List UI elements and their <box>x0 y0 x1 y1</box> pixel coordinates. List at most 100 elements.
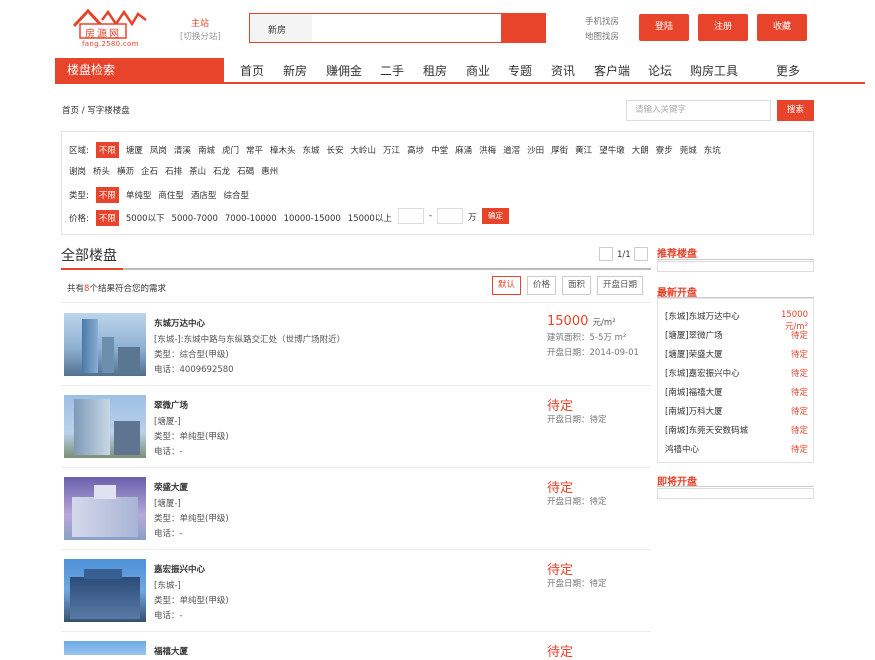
region-option[interactable]: 道滘 <box>503 144 520 156</box>
nav-item-more[interactable]: 更多 <box>776 62 800 79</box>
region-option[interactable]: 大岭山 <box>351 144 377 156</box>
prev-page-button[interactable] <box>599 247 613 261</box>
region-option[interactable]: 黄江 <box>575 144 592 156</box>
price-option[interactable]: 不限 <box>95 210 119 226</box>
property-thumbnail[interactable] <box>64 641 146 655</box>
nav-item-forum[interactable]: 论坛 <box>648 62 672 79</box>
nav-item-commission[interactable]: 赚佣金 <box>326 62 362 79</box>
region-option[interactable]: 沙田 <box>527 144 544 156</box>
latest-item-name[interactable]: [东城]嘉宏振兴中心 <box>665 367 740 379</box>
price-option[interactable]: 5000以下 <box>126 212 165 224</box>
type-option[interactable]: 商住型 <box>158 189 184 201</box>
region-option[interactable]: 麻涌 <box>455 144 472 156</box>
region-option[interactable]: 石龙 <box>213 165 230 177</box>
switch-site-link[interactable]: [切换分站] <box>180 30 221 42</box>
breadcrumb-home[interactable]: 首页 <box>62 106 79 116</box>
price-option[interactable]: 10000-15000 <box>284 214 341 224</box>
price-max-input[interactable] <box>437 208 463 224</box>
region-option[interactable]: 寮步 <box>656 144 673 156</box>
property-thumbnail[interactable] <box>64 313 146 376</box>
region-option[interactable]: 厚街 <box>551 144 568 156</box>
sort-area[interactable]: 面积 <box>562 276 591 295</box>
region-option[interactable]: 茶山 <box>189 165 206 177</box>
sort-open-date[interactable]: 开盘日期 <box>597 276 643 295</box>
latest-item-name[interactable]: 鸿禧中心 <box>665 443 699 455</box>
region-option[interactable]: 高埗 <box>407 144 424 156</box>
region-option[interactable]: 常平 <box>246 144 263 156</box>
region-option[interactable]: 凤岗 <box>150 144 167 156</box>
price-option[interactable]: 15000以上 <box>348 212 392 224</box>
row-separator <box>61 631 651 632</box>
region-option[interactable]: 谢岗 <box>69 165 86 177</box>
region-option[interactable]: 清溪 <box>174 144 191 156</box>
nav-item-new[interactable]: 新房 <box>283 62 307 79</box>
property-thumbnail[interactable] <box>64 559 146 622</box>
mobile-find-link[interactable]: 手机找房 <box>585 15 619 27</box>
latest-item-name[interactable]: [南城]东莞天安数码城 <box>665 424 748 436</box>
region-option[interactable]: 莞城 <box>680 144 697 156</box>
register-button[interactable]: 注册 <box>698 14 748 41</box>
property-name[interactable]: 翠微广场 <box>154 399 188 411</box>
recommend-title: 推荐楼盘 <box>657 249 697 260</box>
region-option[interactable]: 不限 <box>95 142 119 158</box>
nav-item-tools[interactable]: 购房工具 <box>690 62 738 79</box>
search-button[interactable] <box>501 13 546 43</box>
nav-item-topics[interactable]: 专题 <box>508 62 532 79</box>
latest-item-name[interactable]: [东城]东城万达中心 <box>665 310 740 322</box>
nav-title[interactable]: 楼盘检索 <box>55 58 224 83</box>
nav-item-app[interactable]: 客户端 <box>594 62 630 79</box>
region-option[interactable]: 樟木头 <box>270 144 296 156</box>
region-option[interactable]: 望牛墩 <box>599 144 625 156</box>
next-page-button[interactable] <box>634 247 648 261</box>
property-type: 类型：综合型(甲级) <box>154 350 229 360</box>
type-option[interactable]: 单纯型 <box>126 189 152 201</box>
property-name[interactable]: 东城万达中心 <box>154 317 205 329</box>
map-find-link[interactable]: 地图找房 <box>585 30 619 42</box>
latest-item-name[interactable]: [塘厦]荣盛大厦 <box>665 348 723 360</box>
type-option[interactable]: 酒店型 <box>191 189 217 201</box>
region-option[interactable]: 东坑 <box>704 144 721 156</box>
region-option[interactable]: 东城 <box>303 144 320 156</box>
region-option[interactable]: 塘厦 <box>126 144 143 156</box>
region-option[interactable]: 石排 <box>165 165 182 177</box>
property-name[interactable]: 福禧大厦 <box>154 645 188 657</box>
property-thumbnail[interactable] <box>64 395 146 458</box>
region-option[interactable]: 大朗 <box>632 144 649 156</box>
login-button[interactable]: 登陆 <box>639 14 689 41</box>
price-min-input[interactable] <box>398 208 424 224</box>
region-option[interactable]: 惠州 <box>261 165 278 177</box>
search-input[interactable] <box>315 15 499 41</box>
region-option[interactable]: 中堂 <box>431 144 448 156</box>
nav-item-second-hand[interactable]: 二手 <box>380 62 404 79</box>
region-option[interactable]: 长安 <box>327 144 344 156</box>
latest-item-name[interactable]: [塘厦]翠微广场 <box>665 329 723 341</box>
property-name[interactable]: 荣盛大厦 <box>154 481 188 493</box>
nav-item-commercial[interactable]: 商业 <box>466 62 490 79</box>
latest-item-name[interactable]: [南城]万科大厦 <box>665 405 723 417</box>
search-type-label[interactable]: 新房 <box>268 23 286 36</box>
nav-item-home[interactable]: 首页 <box>240 62 264 79</box>
type-option[interactable]: 不限 <box>95 187 119 203</box>
price-confirm-button[interactable]: 确定 <box>482 208 509 224</box>
property-thumbnail[interactable] <box>64 477 146 540</box>
favorite-button[interactable]: 收藏 <box>757 14 807 41</box>
sort-price[interactable]: 价格 <box>527 276 556 295</box>
price-option[interactable]: 7000-10000 <box>225 214 277 224</box>
region-option[interactable]: 洪梅 <box>479 144 496 156</box>
property-name[interactable]: 嘉宏振兴中心 <box>154 563 205 575</box>
price-option[interactable]: 5000-7000 <box>172 214 218 224</box>
region-option[interactable]: 企石 <box>141 165 158 177</box>
region-option[interactable]: 横沥 <box>117 165 134 177</box>
type-option[interactable]: 综合型 <box>223 189 249 201</box>
keyword-search-button[interactable]: 搜索 <box>777 100 814 121</box>
region-option[interactable]: 桥头 <box>93 165 110 177</box>
nav-item-news[interactable]: 资讯 <box>551 62 575 79</box>
nav-item-rent[interactable]: 租房 <box>423 62 447 79</box>
region-option[interactable]: 万江 <box>383 144 400 156</box>
region-option[interactable]: 石碣 <box>237 165 254 177</box>
keyword-input[interactable]: 请输入关键字 <box>626 100 771 121</box>
region-option[interactable]: 虎门 <box>222 144 239 156</box>
sort-default[interactable]: 默认 <box>492 276 521 295</box>
latest-item-name[interactable]: [南城]福禧大厦 <box>665 386 723 398</box>
region-option[interactable]: 南城 <box>198 144 215 156</box>
